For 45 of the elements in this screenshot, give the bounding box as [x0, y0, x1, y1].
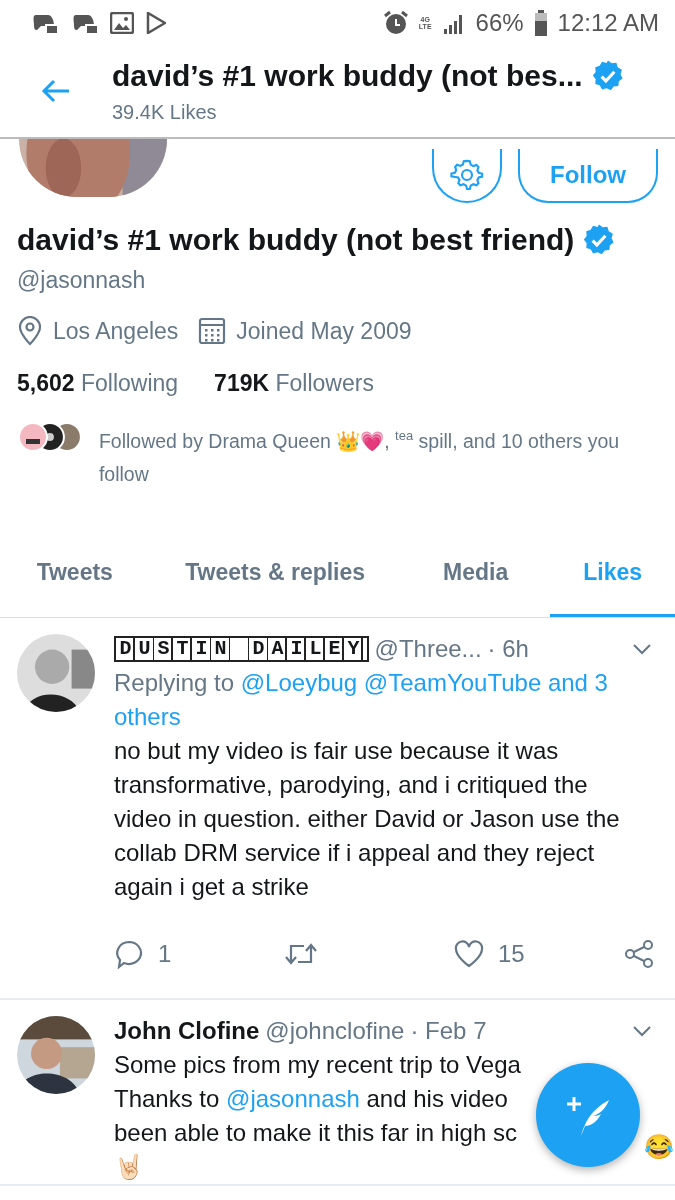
- tweet-time: · Feb 7: [410, 1015, 487, 1046]
- tweet-text: been able to make it this far in high sc: [114, 1117, 517, 1148]
- header-title: david’s #1 work buddy (not bes...: [112, 58, 583, 93]
- clock: 12:12 AM: [557, 8, 659, 37]
- alarm-clock-icon: [382, 9, 409, 36]
- tab[interactable]: Media: [400, 530, 551, 617]
- tweet-text: no but my video is fair use because it was transformative, parodying, and i critiqued the video in question. either David or Jason use the collab DRM service if i appeal and they reject again i get a strike: [114, 735, 621, 902]
- tweet-text: Some pics from my recent trip to Vega: [114, 1049, 521, 1080]
- back-arrow-icon[interactable]: [41, 79, 71, 103]
- likes-count: 39.4K Likes: [112, 100, 218, 124]
- tweet-text: Thanks to @jasonnash and his video: [114, 1083, 508, 1114]
- tab[interactable]: Tweets & replies: [149, 530, 401, 617]
- compose-button[interactable]: [536, 1063, 640, 1167]
- follow-button[interactable]: Follow: [518, 149, 658, 203]
- stat-link[interactable]: 5,602 Following: [17, 370, 179, 397]
- battery-percent: 66%: [475, 8, 524, 37]
- battery-icon: [533, 9, 548, 36]
- author-name: John Clofine: [114, 1015, 260, 1046]
- profile-handle: @jasonnash: [17, 267, 147, 294]
- emoji: 🤘🏻: [114, 1151, 144, 1182]
- calendar-icon: [198, 317, 227, 345]
- location: Los Angeles: [53, 317, 179, 345]
- replying-to-text: Replying to @Loeybug @TeamYouTube and 3 others: [114, 667, 609, 732]
- reply-count: 1: [158, 938, 172, 969]
- author-handle: @Three...: [374, 633, 482, 664]
- share-icon[interactable]: [624, 938, 654, 969]
- location-pin-icon: [17, 316, 43, 346]
- tab[interactable]: Likes: [550, 530, 675, 617]
- emoji: 😂: [644, 1132, 674, 1162]
- profile-name: david’s #1 work buddy (not best friend): [17, 223, 575, 257]
- image-icon: [110, 11, 134, 34]
- tweet-time: · 6h: [487, 633, 529, 664]
- settings-icon: [450, 158, 484, 192]
- stat-link[interactable]: 719K Followers: [214, 370, 374, 397]
- play-store-icon: [146, 11, 166, 34]
- chevron-down-icon[interactable]: [632, 642, 652, 655]
- join-date: Joined May 2009: [236, 317, 412, 345]
- like-count: 15: [498, 938, 525, 969]
- settings-button[interactable]: [432, 149, 502, 203]
- author-handle: @johnclofine: [265, 1015, 405, 1046]
- like-icon[interactable]: [454, 939, 484, 968]
- chevron-down-icon[interactable]: [632, 1024, 652, 1037]
- reply-icon[interactable]: [114, 938, 144, 969]
- followed-by-text: Followed by Drama Queen 👑💗, $^{tea}$ spill, and 10 others you follow: [98, 427, 621, 487]
- tab[interactable]: Tweets: [0, 530, 150, 617]
